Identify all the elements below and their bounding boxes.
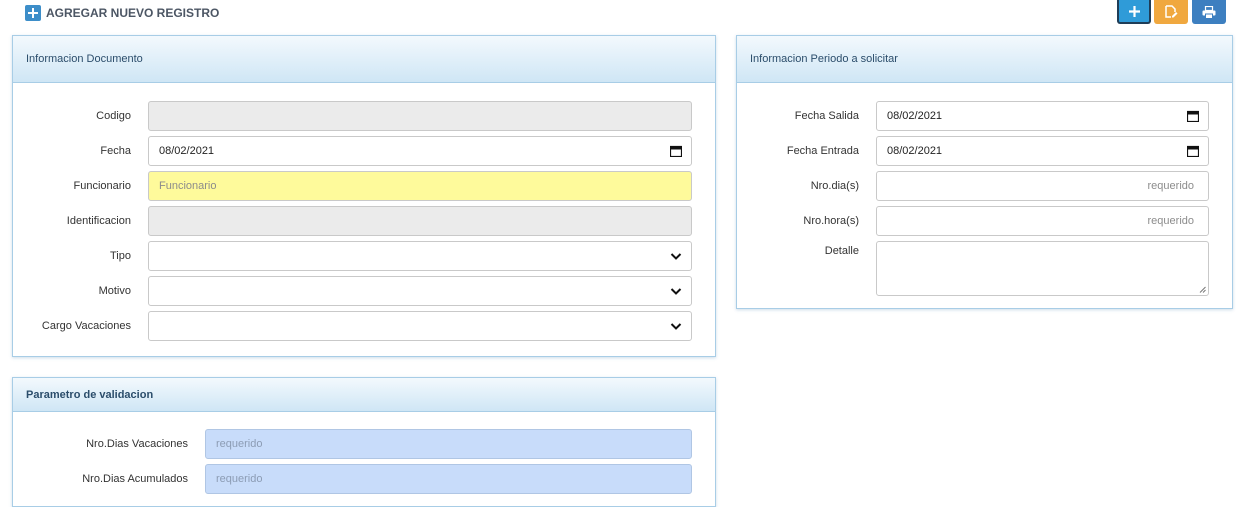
nro-horas-label: Nro.hora(s) [803, 215, 859, 227]
plus-icon [1128, 5, 1140, 17]
fecha-salida-row: Fecha Salida 08/02/2021 [737, 101, 1232, 132]
motivo-row: Motivo [13, 276, 715, 307]
fecha-entrada-value: 08/02/2021 [887, 145, 943, 157]
dias-acumulados-row: Nro.Dias Acumulados requerido [13, 464, 715, 495]
fecha-value: 08/02/2021 [159, 145, 215, 157]
codigo-row: Codigo [13, 101, 715, 132]
codigo-label: Codigo [96, 110, 131, 122]
codigo-field [148, 101, 692, 131]
dias-acumulados-label: Nro.Dias Acumulados [82, 473, 188, 485]
documento-panel-header: Informacion Documento [13, 36, 715, 83]
motivo-select[interactable] [148, 276, 692, 306]
fecha-entrada-date-input[interactable]: 08/02/2021 [876, 136, 1209, 166]
nro-horas-row: Nro.hora(s) requerido [737, 206, 1232, 237]
identificacion-field [148, 206, 692, 236]
panel-title: Informacion Periodo a solicitar [750, 53, 898, 65]
add-button[interactable] [1117, 0, 1151, 24]
print-button[interactable] [1192, 0, 1226, 24]
funcionario-label: Funcionario [73, 180, 131, 192]
add-new-record-link[interactable]: AGREGAR NUEVO REGISTRO [25, 4, 219, 22]
identificacion-row: Identificacion [13, 206, 715, 237]
edit-button[interactable] [1154, 0, 1188, 24]
nro-dias-input[interactable]: requerido [876, 171, 1209, 201]
fecha-entrada-row: Fecha Entrada 08/02/2021 [737, 136, 1232, 167]
periodo-panel-header: Informacion Periodo a solicitar [737, 36, 1232, 83]
dias-acumulados-input[interactable]: requerido [205, 464, 692, 494]
funcionario-input[interactable]: Funcionario [148, 171, 692, 201]
plus-icon [25, 5, 41, 21]
edit-document-icon [1165, 5, 1178, 18]
documento-panel: Informacion Documento Codigo Fecha 08/02… [12, 35, 716, 357]
nro-dias-row: Nro.dia(s) requerido [737, 171, 1232, 202]
chevron-down-icon [670, 253, 682, 260]
resize-handle-icon[interactable] [1199, 286, 1206, 293]
detalle-label: Detalle [824, 245, 859, 257]
cargo-vacaciones-label: Cargo Vacaciones [41, 320, 131, 332]
funcionario-row: Funcionario Funcionario [13, 171, 715, 202]
add-new-record-label: AGREGAR NUEVO REGISTRO [46, 6, 220, 20]
tipo-select[interactable] [148, 241, 692, 271]
cargo-vacaciones-row: Cargo Vacaciones [13, 311, 715, 342]
dias-vacaciones-label: Nro.Dias Vacaciones [86, 438, 188, 450]
nro-dias-label: Nro.dia(s) [810, 180, 859, 192]
validacion-panel: Parametro de validacion Nro.Dias Vacacio… [12, 377, 716, 507]
fecha-row: Fecha 08/02/2021 [13, 136, 715, 167]
calendar-icon[interactable] [1187, 110, 1199, 122]
dias-vacaciones-input[interactable]: requerido [205, 429, 692, 459]
periodo-panel: Informacion Periodo a solicitar Fecha Sa… [736, 35, 1233, 309]
chevron-down-icon [670, 288, 682, 295]
nro-horas-input[interactable]: requerido [876, 206, 1209, 236]
panel-title: Informacion Documento [26, 53, 143, 65]
tipo-row: Tipo [13, 241, 715, 272]
fecha-salida-date-input[interactable]: 08/02/2021 [876, 101, 1209, 131]
fecha-entrada-label: Fecha Entrada [786, 145, 859, 157]
motivo-label: Motivo [98, 285, 131, 297]
chevron-down-icon [670, 323, 682, 330]
fecha-salida-value: 08/02/2021 [887, 110, 943, 122]
fecha-date-input[interactable]: 08/02/2021 [148, 136, 692, 166]
fecha-salida-label: Fecha Salida [794, 110, 859, 122]
cargo-vacaciones-select[interactable] [148, 311, 692, 341]
calendar-icon[interactable] [1187, 145, 1199, 157]
printer-icon [1202, 5, 1216, 19]
top-toolbar: AGREGAR NUEVO REGISTRO [0, 0, 1236, 26]
tipo-label: Tipo [110, 250, 131, 262]
detalle-textarea[interactable] [876, 241, 1209, 296]
identificacion-label: Identificacion [66, 215, 131, 227]
detalle-row: Detalle [737, 236, 1232, 296]
calendar-icon[interactable] [670, 145, 682, 157]
validacion-panel-header: Parametro de validacion [13, 378, 715, 412]
dias-vacaciones-row: Nro.Dias Vacaciones requerido [13, 429, 715, 460]
fecha-label: Fecha [100, 145, 131, 157]
panel-title: Parametro de validacion [26, 388, 154, 401]
